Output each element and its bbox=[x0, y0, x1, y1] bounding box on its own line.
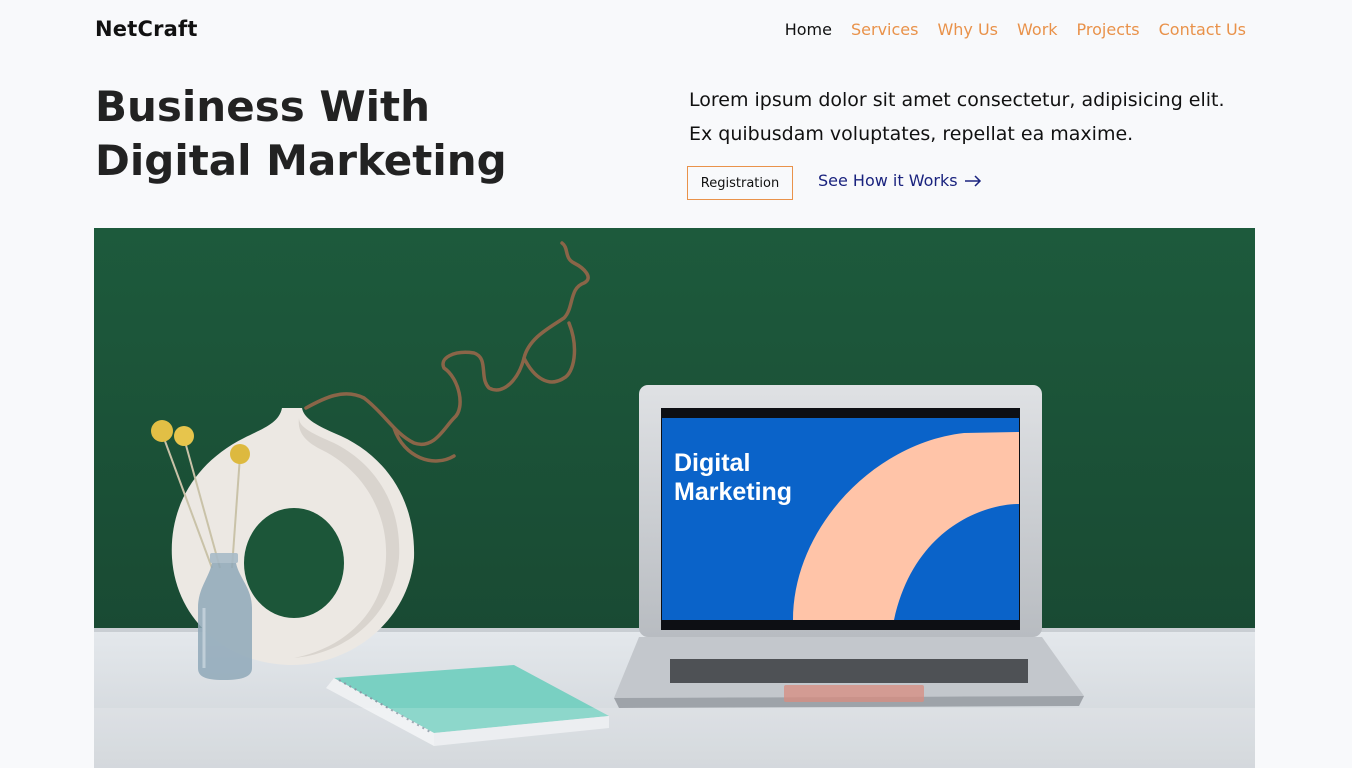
hero-title-line-1: Business With bbox=[95, 82, 431, 131]
hero-title-line-2: Digital Marketing bbox=[95, 136, 507, 185]
arrow-right-icon bbox=[964, 174, 981, 187]
hero-description: Lorem ipsum dolor sit amet consectetur, … bbox=[689, 83, 1289, 151]
laptop-screen: Digital Marketing bbox=[662, 418, 1019, 620]
hero-description-line-1: Lorem ipsum dolor sit amet consectetur, … bbox=[689, 89, 1225, 111]
nav-link-why-us[interactable]: Why Us bbox=[937, 20, 998, 39]
hero-image: Digital Marketing bbox=[94, 228, 1255, 768]
nav-link-work[interactable]: Work bbox=[1017, 20, 1058, 39]
brand-logo[interactable]: NetCraft bbox=[95, 17, 198, 41]
navbar: NetCraft Home Services Why Us Work Proje… bbox=[0, 0, 1352, 60]
screen-text-line-1: Digital bbox=[674, 449, 750, 477]
nav-links: Home Services Why Us Work Projects Conta… bbox=[785, 20, 1246, 39]
nav-link-projects[interactable]: Projects bbox=[1077, 20, 1140, 39]
hero-title: Business With Digital Marketing bbox=[95, 80, 615, 188]
hero-photo: Digital Marketing bbox=[94, 228, 1255, 768]
see-how-it-works-link[interactable]: See How it Works bbox=[818, 171, 982, 190]
laptop: Digital Marketing bbox=[614, 385, 1084, 708]
nav-link-services[interactable]: Services bbox=[851, 20, 918, 39]
nav-link-contact-us[interactable]: Contact Us bbox=[1159, 20, 1246, 39]
hero-description-line-2: Ex quibusdam voluptates, repellat ea max… bbox=[689, 123, 1134, 145]
screen-text-line-2: Marketing bbox=[674, 478, 792, 506]
nav-link-home[interactable]: Home bbox=[785, 20, 832, 39]
registration-button[interactable]: Registration bbox=[687, 166, 793, 200]
see-how-it-works-label: See How it Works bbox=[818, 171, 958, 190]
